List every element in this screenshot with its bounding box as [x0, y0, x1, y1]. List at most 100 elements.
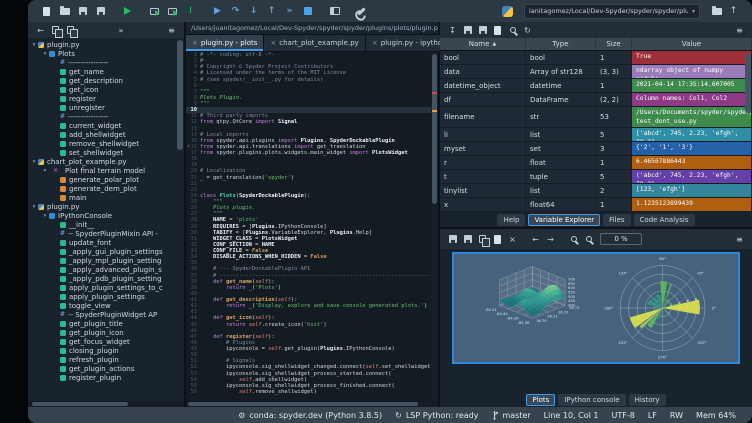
outline-item[interactable]: #-- SpyderPluginMixin API - [28, 229, 184, 238]
step-return-icon[interactable]: ↑ [263, 3, 280, 19]
zoom-in-icon[interactable] [566, 232, 581, 246]
outline-item[interactable]: ▾IPythonConsole [28, 211, 184, 220]
outline-item[interactable]: get_plugin_title [28, 319, 184, 328]
table-row[interactable]: ttuple5('abcd', 745, 2.23, 'efgh', 70.2) [440, 170, 752, 184]
editor-tab[interactable]: ×plugin.py - plots [186, 35, 264, 51]
search-icon[interactable] [505, 23, 520, 37]
outline-item[interactable]: get_description [28, 76, 184, 85]
outline-item[interactable]: set_shellwidget [28, 148, 184, 157]
go-to-cursor-icon[interactable]: ← [33, 23, 48, 37]
debug-icon[interactable]: ▶ [209, 3, 226, 19]
tab-variable-explorer[interactable]: Variable Explorer [528, 214, 600, 226]
outline-item[interactable]: ▾✕Plot final terrain model [28, 166, 184, 175]
remove-all-plots-icon[interactable]: × [505, 232, 520, 246]
outline-item[interactable]: _apply_gui_plugin_settings [28, 247, 184, 256]
editor-tab[interactable]: ×chart_plot_example.py [264, 35, 365, 51]
tab-history[interactable]: History [629, 394, 666, 406]
outline-item[interactable]: _apply_mpl_plugin_setting [28, 256, 184, 265]
remove-plot-icon[interactable] [490, 232, 505, 246]
table-row[interactable]: lilist5['abcd', 745, 2.23, 'efgh', 70.2] [440, 128, 752, 142]
code-line[interactable]: 56 self.remove_shellwidget) [186, 389, 438, 395]
close-icon[interactable]: × [270, 39, 276, 47]
caret-icon[interactable]: ▾ [30, 159, 38, 165]
save-data-icon[interactable] [460, 23, 475, 37]
outline-item[interactable]: generate_dem_plot [28, 184, 184, 193]
outline-item[interactable]: get_plugin_icon [28, 328, 184, 337]
tab-ipython-console[interactable]: IPython console [558, 394, 625, 406]
caret-icon[interactable]: ▾ [41, 51, 49, 57]
code-editor[interactable]: 1# -*- coding: utf-8 -*-2#3# Copyright ©… [186, 52, 438, 401]
table-row[interactable]: mysetset3{'2', '1', '3'} [440, 142, 752, 156]
working-directory-combo[interactable]: ianitagomez/Local/Dev-Spyder/spyder/spyd… [524, 4, 700, 19]
outline-item[interactable]: generate_polar_plot [28, 175, 184, 184]
outline-item[interactable]: add_shellwidget [28, 130, 184, 139]
outline-item[interactable]: get_plugin_actions [28, 364, 184, 373]
run-cell-advance-icon[interactable] [164, 3, 181, 19]
run-icon[interactable] [119, 3, 136, 19]
chevrons-icon[interactable]: » [114, 23, 129, 37]
outline-item[interactable]: ▾Plots [28, 49, 184, 58]
outline-item[interactable]: apply_plugin_settings_to_c [28, 283, 184, 292]
previous-plot-icon[interactable]: ← [528, 232, 543, 246]
caret-icon[interactable]: ▾ [41, 213, 49, 219]
continue-execution-icon[interactable]: » [281, 3, 298, 19]
copy-all-icon[interactable] [63, 23, 78, 37]
maximize-pane-icon[interactable] [326, 3, 343, 19]
copy-icon[interactable] [48, 23, 63, 37]
outline-item[interactable]: get_focus_widget [28, 337, 184, 346]
save-all-plots-icon[interactable] [460, 232, 475, 246]
zoom-level[interactable]: 0 % [600, 233, 642, 245]
outline-item[interactable]: ▾chart_plot_example.py [28, 157, 184, 166]
browse-directory-icon[interactable] [708, 3, 725, 19]
outline-item[interactable]: _apply_pdb_plugin_setting [28, 274, 184, 283]
status-item[interactable]: LF [648, 411, 657, 420]
outline-item[interactable]: get_name [28, 67, 184, 76]
outline-item[interactable]: _apply_advanced_plugin_s [28, 265, 184, 274]
outline-item[interactable]: #---------------- [28, 58, 184, 67]
outline-horizontal-scrollbar[interactable] [28, 401, 184, 407]
copy-plot-icon[interactable] [475, 232, 490, 246]
tab-code-analysis[interactable]: Code Analysis [634, 214, 695, 226]
status-item[interactable]: ↻LSP Python: ready [395, 411, 478, 420]
run-cell-icon[interactable] [146, 3, 163, 19]
tab-plots[interactable]: Plots [526, 394, 555, 406]
column-header-name[interactable]: Name▲ [440, 38, 526, 50]
stop-icon[interactable] [299, 3, 316, 19]
outline-item[interactable]: apply_plugin_settings [28, 292, 184, 301]
status-item[interactable]: Line 10, Col 1 [544, 411, 599, 420]
close-icon[interactable]: × [192, 39, 198, 47]
table-row[interactable]: dataArray of str128(3, 3)ndarray object … [440, 65, 752, 79]
save-all-icon[interactable] [92, 3, 109, 19]
status-item[interactable]: master [491, 411, 530, 420]
parent-directory-icon[interactable]: ↑ [725, 3, 742, 19]
new-file-icon[interactable] [38, 3, 55, 19]
table-row[interactable]: filenamestr53/Users/Documents/spyder/spy… [440, 107, 752, 128]
save-plot-icon[interactable] [445, 232, 460, 246]
status-item[interactable]: ⚙conda: spyder.dev (Python 3.8.5) [238, 411, 382, 420]
caret-icon[interactable]: ▾ [30, 42, 38, 48]
refresh-icon[interactable]: ↻ [520, 23, 535, 37]
table-row[interactable]: tinylistlist2[123, 'efgh'] [440, 184, 752, 198]
outline-item[interactable]: #-- SpyderPluginWidget AP [28, 310, 184, 319]
preferences-wrench-icon[interactable] [353, 3, 370, 19]
column-header-type[interactable]: Type [526, 38, 596, 50]
outline-item[interactable]: get_icon [28, 85, 184, 94]
outline-item[interactable]: register_plugin [28, 373, 184, 382]
table-row[interactable]: datetime_objectdatetime12021-04-14 17:35… [440, 79, 752, 93]
status-item[interactable]: UTF-8 [612, 411, 635, 420]
status-item[interactable]: RW [670, 411, 683, 420]
column-header-size[interactable]: Size [596, 38, 632, 50]
tab-help[interactable]: Help [497, 214, 525, 226]
table-vertical-scrollbar[interactable] [745, 51, 751, 210]
matplotlib-figure[interactable]: -84.41-84.40-84.39-84.3836.7036.7136.723… [452, 252, 740, 364]
plots-menu-icon[interactable]: ≡ [732, 232, 747, 246]
next-plot-icon[interactable]: → [543, 232, 558, 246]
step-into-icon[interactable]: ↓ [245, 3, 262, 19]
editor-vertical-scrollbar[interactable] [431, 52, 438, 401]
open-file-icon[interactable] [56, 3, 73, 19]
outline-menu-icon[interactable]: ≡ [164, 23, 179, 37]
outline-item[interactable]: register [28, 94, 184, 103]
table-row[interactable]: dfDataFrame(2, 2)Column names: Col1, Col… [440, 93, 752, 107]
step-over-icon[interactable]: ↷ [227, 3, 244, 19]
outline-vertical-scrollbar[interactable] [177, 40, 183, 399]
